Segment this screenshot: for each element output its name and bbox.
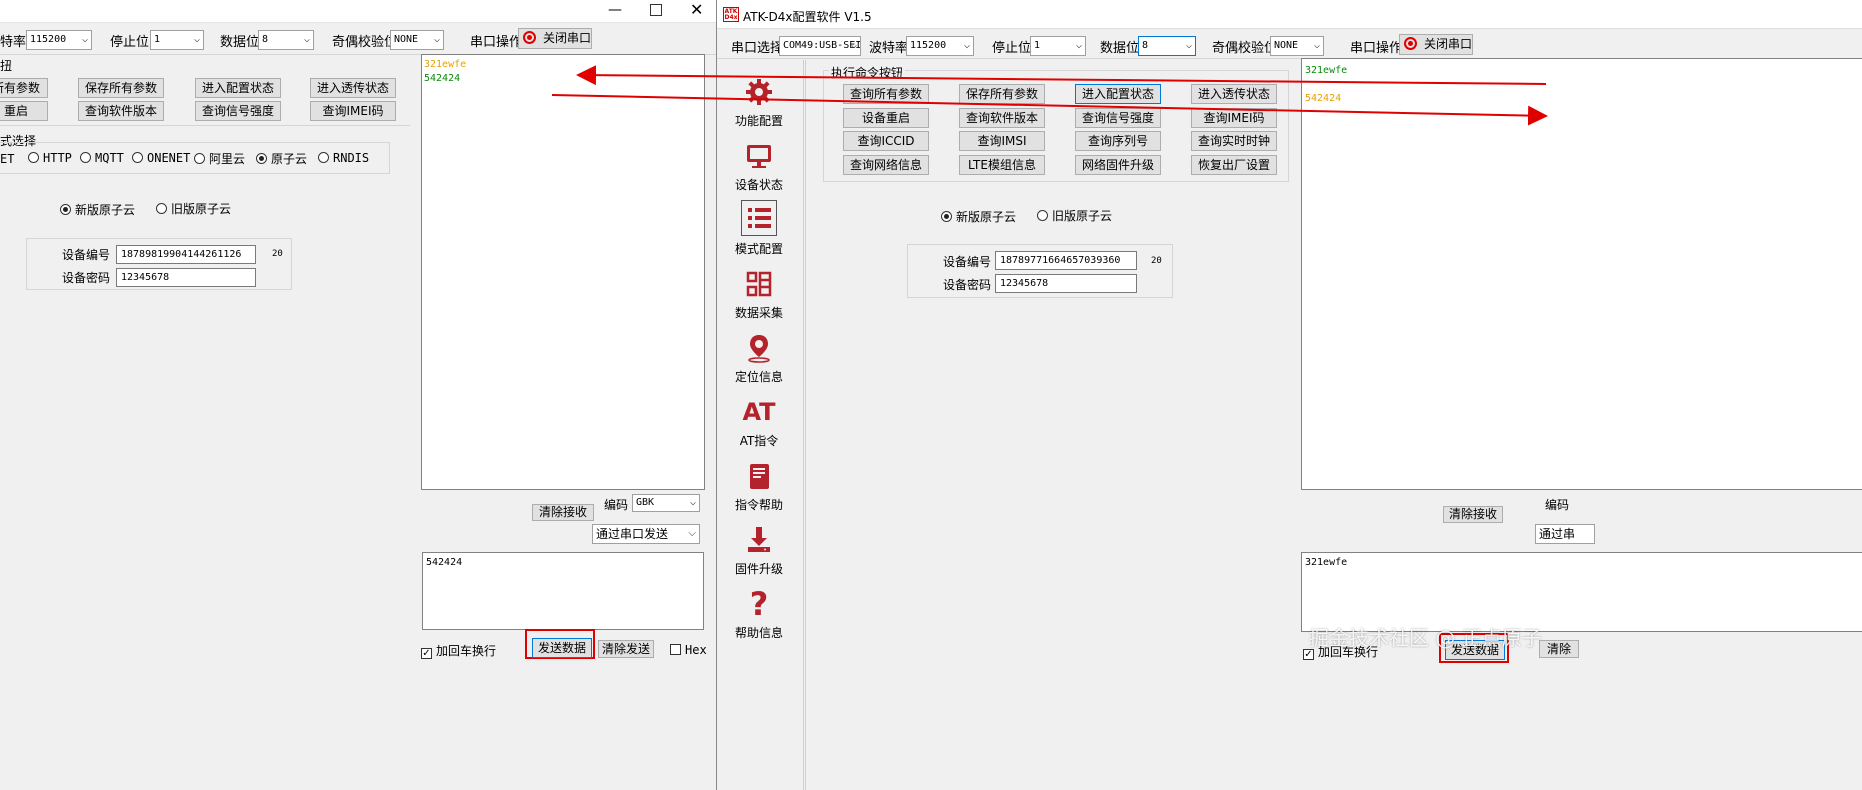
arrow-542424: [551, 94, 1548, 126]
arrow-321ewfe: [576, 65, 1547, 86]
annotation-arrows: [551, 65, 1548, 126]
